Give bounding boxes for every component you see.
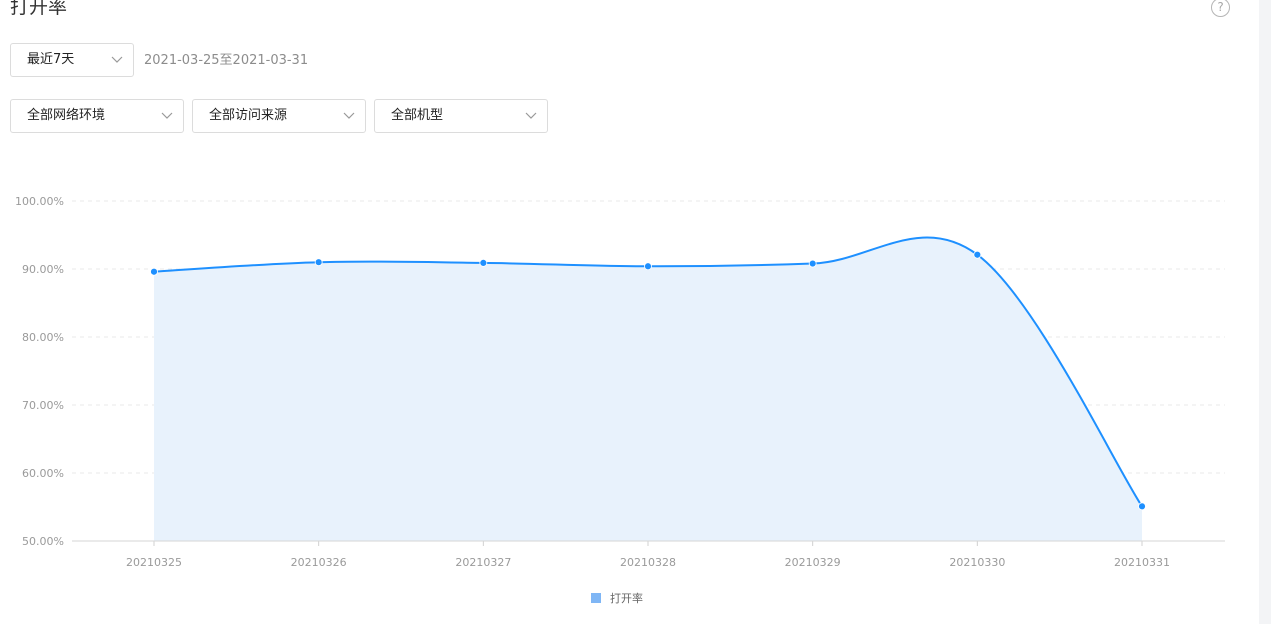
area-fill xyxy=(154,237,1142,541)
y-tick-label: 50.00% xyxy=(22,535,64,548)
data-point xyxy=(808,259,817,268)
y-tick-label: 100.00% xyxy=(15,195,64,208)
x-tick-label: 20210327 xyxy=(455,556,511,569)
x-tick-label: 20210325 xyxy=(126,556,182,569)
data-point xyxy=(644,262,652,271)
data-point xyxy=(479,258,488,267)
x-tick-label: 20210328 xyxy=(620,556,676,569)
legend-swatch xyxy=(591,593,601,603)
data-point xyxy=(973,250,982,259)
x-tick-label: 20210329 xyxy=(785,556,841,569)
legend-label: 打开率 xyxy=(610,591,643,605)
data-point xyxy=(150,267,158,276)
data-point xyxy=(314,258,323,267)
x-tick-label: 20210331 xyxy=(1114,556,1170,569)
data-point xyxy=(1138,502,1146,511)
y-tick-label: 70.00% xyxy=(22,399,64,412)
y-tick-label: 90.00% xyxy=(22,263,64,276)
line-chart: 100.00% 90.00% 80.00% 70.00% 60.00% 50.00% 202… xyxy=(15,195,1225,605)
y-tick-label: 80.00% xyxy=(22,331,64,344)
y-tick-label: 60.00% xyxy=(22,467,64,480)
x-tick-label: 20210330 xyxy=(949,556,1005,569)
x-tick-label: 20210326 xyxy=(291,556,347,569)
